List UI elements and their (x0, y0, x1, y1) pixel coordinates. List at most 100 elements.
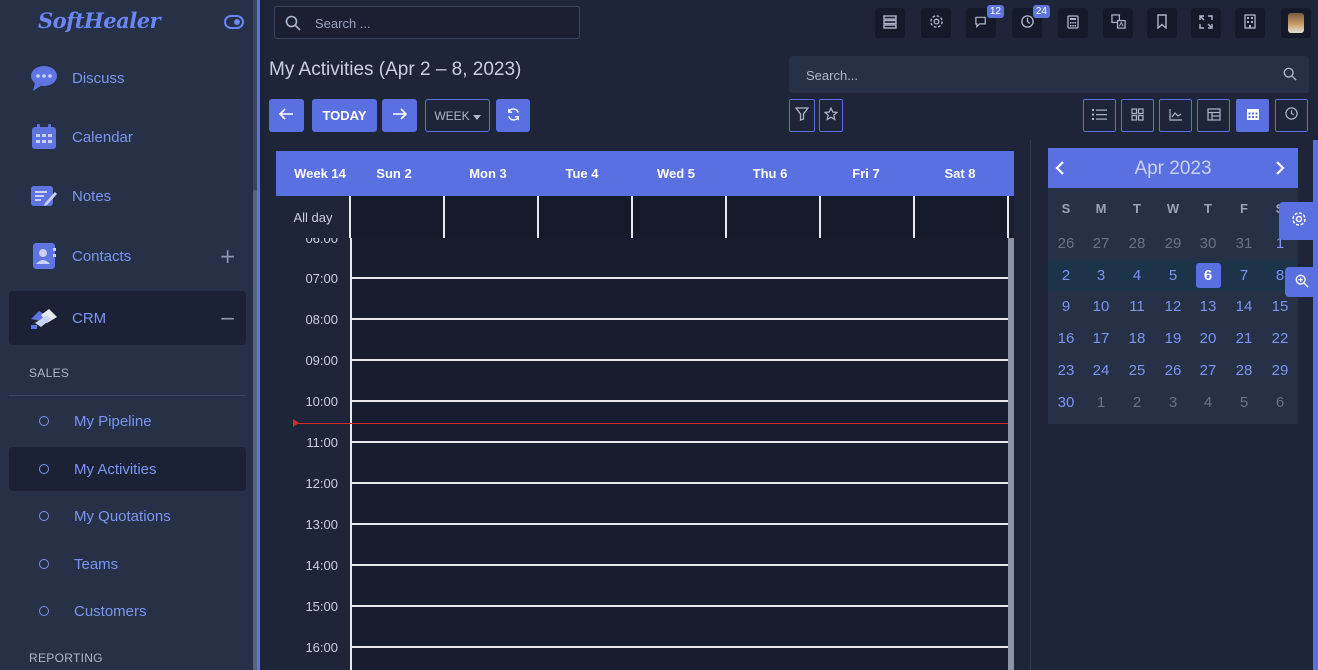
day-header[interactable]: Sat 8 (914, 151, 1006, 196)
day-header[interactable]: Mon 3 (444, 151, 532, 196)
mini-calendar-day[interactable]: 19 (1155, 323, 1191, 354)
mini-calendar-day[interactable]: 31 (1226, 228, 1262, 259)
mini-calendar-day[interactable]: 12 (1155, 291, 1191, 322)
collapse-minus-icon[interactable]: − (219, 308, 236, 328)
all-day-cell[interactable] (725, 196, 819, 238)
task-list-button[interactable] (875, 8, 905, 38)
activity-button[interactable]: 24 (1012, 5, 1050, 38)
mini-calendar-day[interactable]: 18 (1119, 323, 1155, 354)
favorites-button[interactable] (819, 99, 843, 132)
pivot-view-button[interactable] (1197, 99, 1230, 132)
mini-calendar-day[interactable]: 27 (1190, 355, 1226, 386)
filter-button[interactable] (789, 99, 815, 132)
mini-calendar-day[interactable]: 20 (1190, 323, 1226, 354)
all-day-cell[interactable] (631, 196, 725, 238)
day-header[interactable]: Fri 7 (820, 151, 912, 196)
list-view-button[interactable] (1083, 99, 1116, 132)
mini-calendar-day[interactable]: 9 (1048, 291, 1084, 322)
chevron-right-icon[interactable] (1272, 160, 1288, 176)
global-search-box[interactable] (274, 6, 580, 39)
mini-calendar-day[interactable]: 6 (1262, 387, 1298, 418)
mini-calendar-day[interactable]: 22 (1262, 323, 1298, 354)
mini-calendar-day[interactable]: 30 (1190, 228, 1226, 259)
mini-calendar-day[interactable]: 29 (1262, 355, 1298, 386)
time-grid-scrollbar[interactable] (1008, 238, 1014, 670)
mini-calendar-day[interactable]: 17 (1083, 323, 1119, 354)
previous-period-button[interactable] (269, 99, 304, 132)
sidebar-toggle-icon[interactable] (224, 15, 244, 29)
sidebar-subitem-teams[interactable]: Teams (9, 542, 246, 586)
mini-calendar-day[interactable]: 25 (1119, 355, 1155, 386)
global-search-input[interactable] (315, 14, 565, 32)
sidebar-subitem-my-pipeline[interactable]: My Pipeline (9, 399, 246, 443)
day-header[interactable]: Sun 2 (350, 151, 438, 196)
bookmark-button[interactable] (1147, 8, 1177, 38)
mini-calendar-day[interactable]: 13 (1190, 291, 1226, 322)
mini-calendar-day[interactable]: 4 (1190, 387, 1226, 418)
mini-calendar-day[interactable]: 7 (1226, 260, 1262, 291)
app-logo[interactable]: SoftHealer (38, 8, 161, 33)
all-day-cell[interactable] (913, 196, 1007, 238)
mini-calendar-day[interactable]: 6 (1190, 260, 1226, 291)
sidebar-subitem-my-activities[interactable]: My Activities (9, 447, 246, 491)
next-period-button[interactable] (382, 99, 417, 132)
kanban-view-button[interactable] (1121, 99, 1154, 132)
mini-calendar-day-number: 22 (1271, 330, 1289, 348)
day-header[interactable]: Wed 5 (632, 151, 720, 196)
expand-plus-icon[interactable]: + (219, 246, 236, 266)
mini-calendar-day[interactable]: 5 (1226, 387, 1262, 418)
sidebar-item-notes[interactable]: Notes (9, 169, 246, 223)
mini-calendar-day[interactable]: 26 (1048, 228, 1084, 259)
graph-view-button[interactable] (1159, 99, 1192, 132)
zoom-button[interactable] (1285, 267, 1318, 297)
all-day-cell[interactable] (349, 196, 443, 238)
mini-calendar-day[interactable]: 28 (1226, 355, 1262, 386)
user-avatar[interactable] (1281, 8, 1311, 38)
mini-calendar-day[interactable]: 14 (1226, 291, 1262, 322)
mini-calendar-day[interactable]: 10 (1083, 291, 1119, 322)
mini-calendar-day[interactable]: 28 (1119, 228, 1155, 259)
mini-calendar-day[interactable]: 27 (1083, 228, 1119, 259)
customizer-button[interactable] (1279, 202, 1318, 240)
activity-view-button[interactable] (1275, 99, 1308, 132)
sidebar-item-discuss[interactable]: Discuss (9, 51, 246, 105)
all-day-cell[interactable] (537, 196, 631, 238)
sidebar-item-contacts[interactable]: Contacts + (9, 229, 246, 283)
all-day-cell[interactable] (443, 196, 537, 238)
scale-dropdown[interactable]: WEEK (425, 99, 490, 132)
mini-calendar-day[interactable]: 11 (1119, 291, 1155, 322)
sidebar-subitem-my-quotations[interactable]: My Quotations (9, 494, 246, 538)
mini-calendar-day[interactable]: 16 (1048, 323, 1084, 354)
day-header[interactable]: Tue 4 (538, 151, 626, 196)
sidebar-subitem-customers[interactable]: Customers (9, 589, 246, 633)
mini-calendar-day[interactable]: 2 (1048, 260, 1084, 291)
settings-button[interactable] (921, 8, 951, 38)
today-button[interactable]: TODAY (312, 99, 377, 132)
mini-calendar-day[interactable]: 3 (1155, 387, 1191, 418)
mini-calendar-day[interactable]: 2 (1119, 387, 1155, 418)
refresh-button[interactable] (496, 99, 530, 132)
mini-calendar-day[interactable]: 4 (1119, 260, 1155, 291)
mini-calendar-day[interactable]: 30 (1048, 387, 1084, 418)
search-icon[interactable] (1283, 66, 1297, 85)
mini-calendar-day[interactable]: 29 (1155, 228, 1191, 259)
company-switcher-button[interactable] (1235, 8, 1265, 38)
mini-calendar-day[interactable]: 26 (1155, 355, 1191, 386)
fullscreen-button[interactable] (1191, 8, 1221, 38)
calculator-button[interactable] (1058, 8, 1088, 38)
mini-calendar-day[interactable]: 24 (1083, 355, 1119, 386)
mini-calendar-day[interactable]: 3 (1083, 260, 1119, 291)
mini-calendar-day[interactable]: 21 (1226, 323, 1262, 354)
calendar-view-button[interactable] (1236, 99, 1269, 132)
sidebar-item-crm[interactable]: CRM − (9, 291, 246, 345)
all-day-cell[interactable] (819, 196, 913, 238)
translate-button[interactable] (1103, 8, 1133, 38)
mini-calendar-day[interactable]: 23 (1048, 355, 1084, 386)
mini-calendar-day[interactable]: 5 (1155, 260, 1191, 291)
chat-button[interactable]: 12 (966, 5, 1004, 38)
mini-calendar-day[interactable]: 1 (1083, 387, 1119, 418)
view-search-box[interactable] (789, 56, 1309, 93)
day-header[interactable]: Thu 6 (726, 151, 814, 196)
sidebar-item-calendar[interactable]: Calendar (9, 110, 246, 164)
view-search-input[interactable] (806, 66, 1276, 84)
